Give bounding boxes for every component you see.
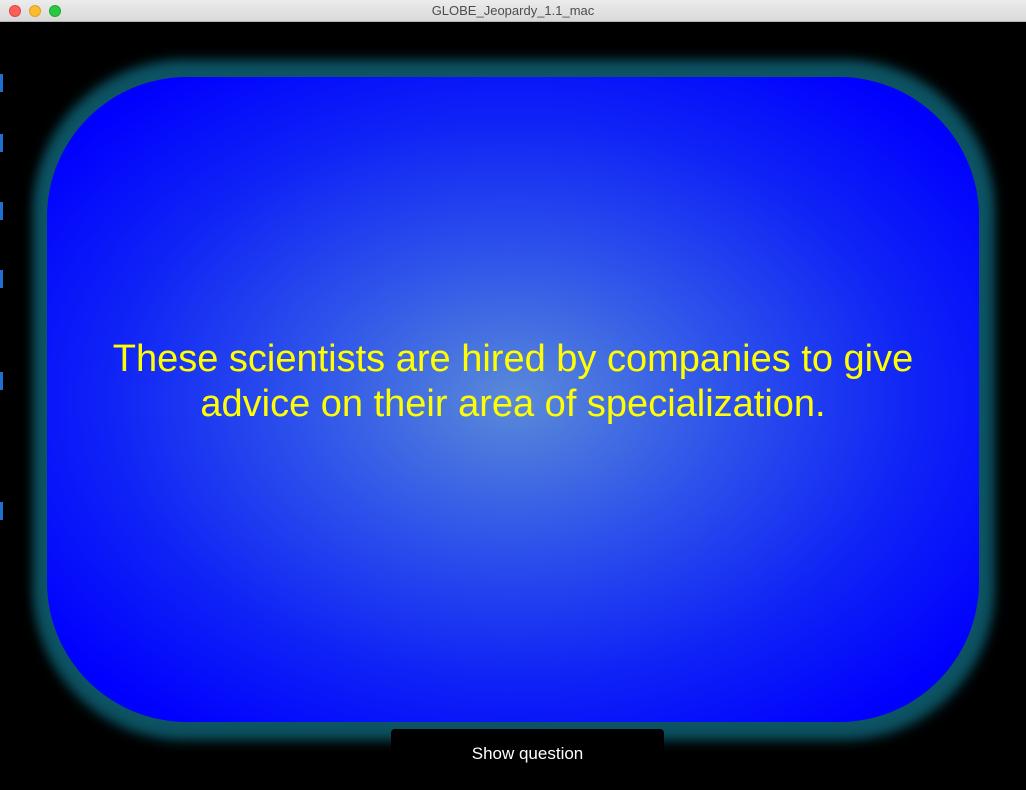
title-bar: GLOBE_Jeopardy_1.1_mac: [0, 0, 1026, 22]
show-question-button[interactable]: Show question: [391, 729, 664, 790]
clue-text: These scientists are hired by companies …: [112, 337, 914, 425]
window-title: GLOBE_Jeopardy_1.1_mac: [431, 3, 595, 18]
left-edge-decoration: [0, 22, 3, 790]
app-window: GLOBE_Jeopardy_1.1_mac These scientists …: [0, 0, 1026, 790]
clue-card: These scientists are hired by companies …: [47, 77, 979, 722]
